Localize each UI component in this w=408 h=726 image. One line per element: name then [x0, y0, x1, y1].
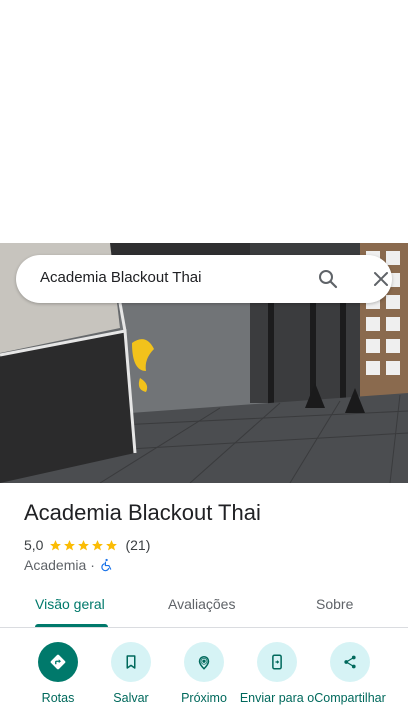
nearby-button-circle[interactable]	[184, 642, 224, 682]
wheelchair-accessible-icon[interactable]	[99, 558, 113, 572]
send-to-phone-button-circle[interactable]	[257, 642, 297, 682]
send-to-phone-icon	[272, 654, 282, 670]
tabs-bar: Visão geral Avaliações Sobre	[0, 588, 408, 628]
save-button[interactable]: Salvar	[93, 642, 169, 705]
rating-row[interactable]: 5,0 (21)	[24, 536, 150, 554]
place-title: Academia Blackout Thai	[24, 500, 261, 525]
star-icon	[78, 539, 90, 550]
category-row: Academia ·	[24, 556, 113, 574]
share-button-circle[interactable]	[330, 642, 370, 682]
star-icon	[92, 539, 104, 550]
tab-reviews[interactable]: Avaliações	[168, 596, 235, 612]
directions-button[interactable]: Rotas	[20, 642, 96, 705]
share-label: Compartilhar	[314, 691, 386, 705]
search-input[interactable]: Academia Blackout Thai	[40, 269, 201, 286]
separator-dot: ·	[90, 557, 95, 573]
tab-about[interactable]: Sobre	[316, 596, 353, 612]
nearby-label: Próximo	[181, 691, 227, 705]
send-to-phone-button[interactable]: Enviar para o	[239, 642, 315, 705]
directions-label: Rotas	[41, 691, 75, 705]
search-bar[interactable]: Academia Blackout Thai	[16, 255, 392, 303]
star-icon	[64, 539, 76, 550]
rating-stars	[49, 539, 119, 552]
star-icon	[106, 539, 118, 550]
bookmark-icon	[126, 655, 136, 669]
close-icon[interactable]	[369, 267, 393, 291]
rating-value: 5,0	[24, 537, 44, 553]
save-label: Salvar	[113, 691, 149, 705]
nearby-button[interactable]: Próximo	[166, 642, 242, 705]
tab-indicator	[35, 624, 108, 627]
send-to-phone-label: Enviar para o	[239, 691, 315, 705]
directions-button-circle[interactable]	[38, 642, 78, 682]
tab-overview[interactable]: Visão geral	[35, 596, 105, 612]
star-icon	[50, 539, 62, 550]
blank-area	[0, 0, 408, 243]
place-category: Academia	[24, 557, 87, 573]
nearby-icon	[198, 656, 210, 670]
share-button[interactable]: Compartilhar	[312, 642, 388, 705]
share-icon	[344, 655, 356, 669]
save-button-circle[interactable]	[111, 642, 151, 682]
search-icon[interactable]	[316, 267, 340, 291]
action-buttons: Rotas Salvar Próximo Enviar para o Compa…	[0, 640, 408, 726]
directions-icon	[50, 654, 66, 670]
reviews-count[interactable]: (21)	[125, 537, 150, 553]
